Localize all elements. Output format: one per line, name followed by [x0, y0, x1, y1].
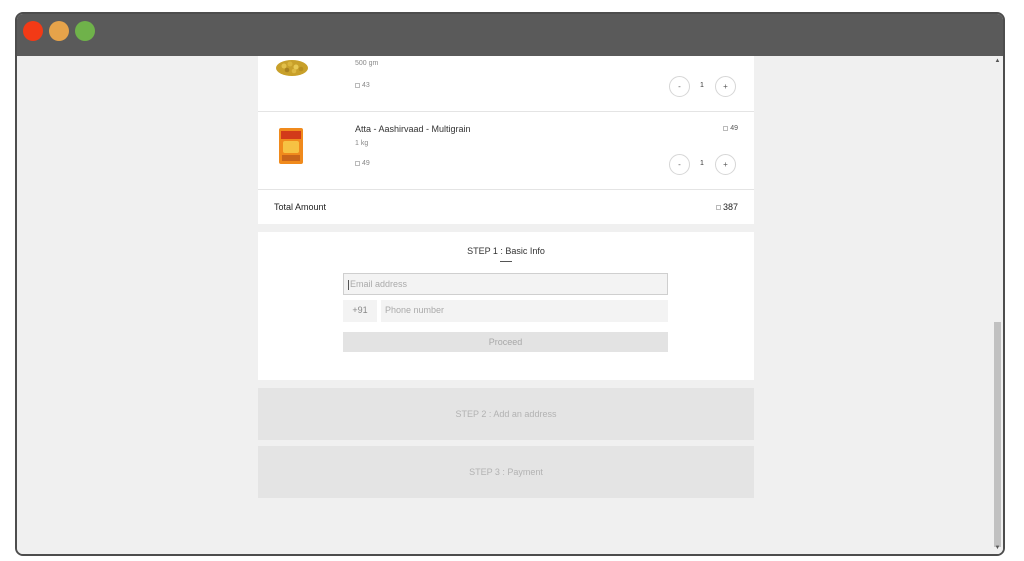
atta-product-image: [279, 128, 303, 164]
scroll-down-arrow-icon[interactable]: ▼: [994, 545, 1001, 552]
window-titlebar: [17, 14, 1003, 56]
scroll-up-arrow-icon[interactable]: ▲: [994, 58, 1001, 65]
email-input[interactable]: Email address: [343, 273, 668, 295]
vertical-scrollbar[interactable]: ▲ ▼: [992, 56, 1003, 554]
total-amount: 387: [715, 202, 738, 212]
decrease-qty-button[interactable]: -: [669, 154, 690, 175]
item-unit-price-value: 43: [362, 82, 370, 89]
rupee-icon: [715, 205, 721, 211]
cart-item: Atta - Aashirvaad - Multigrain 1 kg 49 4…: [258, 112, 754, 190]
total-amount-value: 387: [722, 202, 738, 212]
item-unit-price: 49: [355, 160, 370, 167]
phone-input[interactable]: Phone number: [381, 300, 668, 322]
item-weight: 1 kg: [355, 140, 369, 147]
cart-item: 500 gm 43 - 1 +: [258, 56, 754, 112]
cart-card: 500 gm 43 - 1 + Atta - Aashirvaad - Mult…: [258, 56, 754, 224]
title-underline: [500, 261, 512, 262]
item-weight: 500 gm: [355, 60, 379, 67]
page-content: 500 gm 43 - 1 + Atta - Aashirvaad - Mult…: [17, 56, 1003, 554]
step1-card: STEP 1 : Basic Info Email address +91 Ph…: [258, 232, 754, 380]
total-row: Total Amount 387: [258, 190, 754, 224]
increase-qty-button[interactable]: +: [715, 154, 736, 175]
close-window-button[interactable]: [23, 21, 43, 41]
rupee-icon: [355, 82, 360, 88]
rupee-icon: [355, 160, 360, 166]
email-placeholder: Email address: [350, 279, 408, 289]
item-unit-price: 43: [355, 82, 370, 89]
item-line-total-value: 49: [730, 125, 738, 132]
item-unit-price-value: 49: [362, 160, 370, 167]
rupee-icon: [723, 125, 729, 131]
proceed-button[interactable]: Proceed: [343, 332, 668, 352]
minimize-window-button[interactable]: [49, 21, 69, 41]
step1-title: STEP 1 : Basic Info: [467, 246, 545, 256]
browser-window: 500 gm 43 - 1 + Atta - Aashirvaad - Mult…: [15, 12, 1005, 556]
item-name: Atta - Aashirvaad - Multigrain: [355, 124, 471, 134]
maximize-window-button[interactable]: [75, 21, 95, 41]
total-label: Total Amount: [274, 202, 327, 212]
item-line-total: 49: [723, 125, 738, 132]
item-quantity: 1: [700, 82, 704, 89]
step2-section[interactable]: STEP 2 : Add an address: [258, 388, 754, 440]
decrease-qty-button[interactable]: -: [669, 76, 690, 97]
step3-section[interactable]: STEP 3 : Payment: [258, 446, 754, 498]
dal-product-image: [276, 60, 308, 76]
increase-qty-button[interactable]: +: [715, 76, 736, 97]
text-caret: [348, 279, 349, 290]
scroll-thumb[interactable]: [994, 322, 1001, 547]
item-quantity: 1: [700, 160, 704, 167]
country-code: +91: [343, 300, 377, 322]
